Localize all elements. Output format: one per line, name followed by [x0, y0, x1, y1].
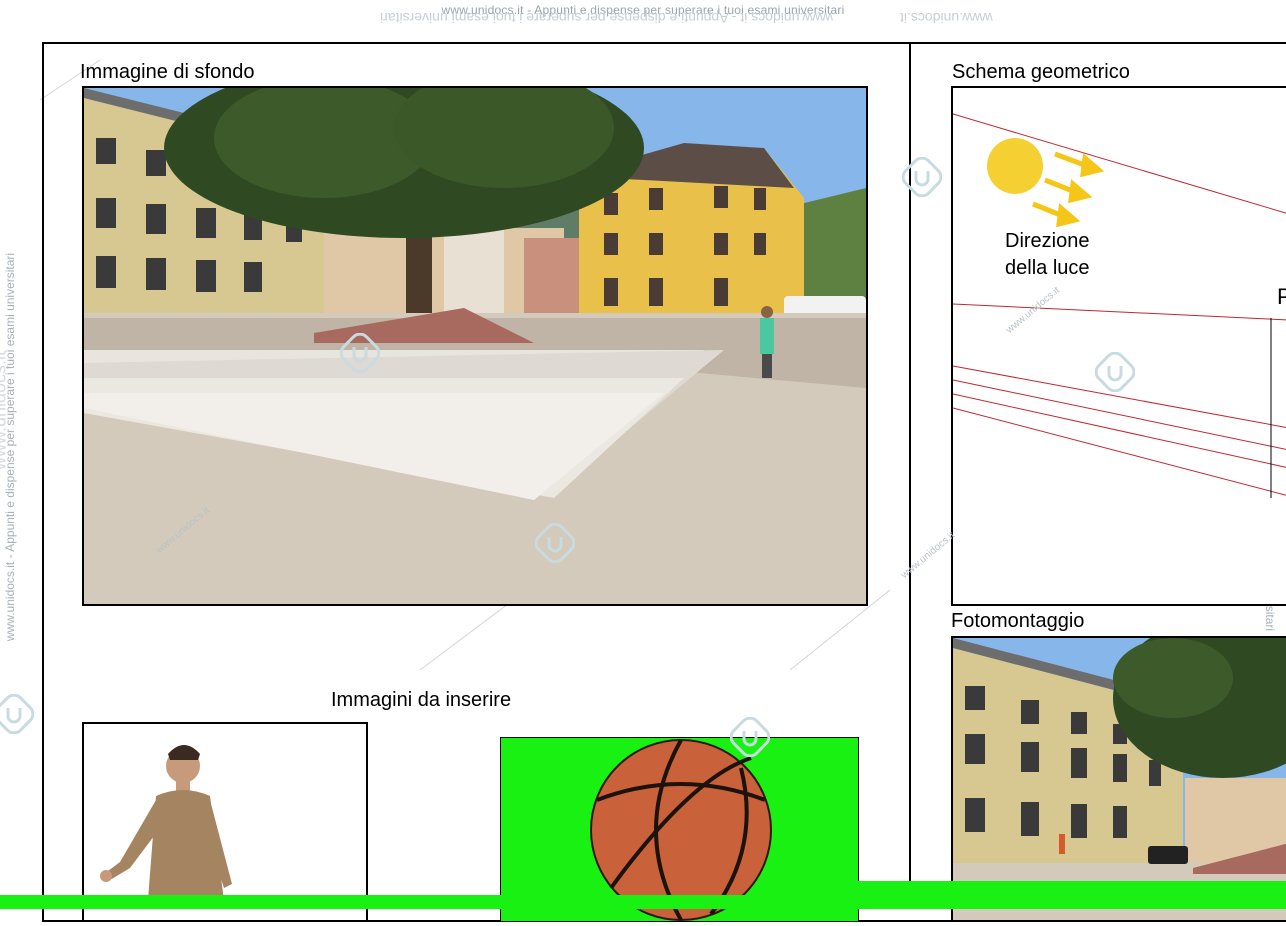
- light-ray-line: [953, 393, 1286, 468]
- light-ray-line: [953, 303, 1286, 321]
- insert-images-title: Immagini da inserire: [331, 689, 512, 711]
- background-photo: [82, 86, 868, 606]
- unidocs-logo-icon: [535, 523, 575, 563]
- cut-letter: P: [1277, 284, 1286, 310]
- green-band-bottom: [0, 895, 1286, 909]
- light-direction-line2: della luce: [1005, 257, 1090, 279]
- watermark-side-left-large: www.unidocs.it: [0, 350, 10, 471]
- unidocs-logo-icon: [340, 333, 380, 373]
- unidocs-logo-icon: [730, 717, 770, 757]
- geometric-schema-box: Direzione della luce P: [951, 86, 1286, 606]
- watermark-mirror-text: www.unidocs.it - Appunti e dispense per …: [380, 10, 833, 26]
- walking-man-figure: [100, 745, 232, 900]
- photomontage-title: Fotomontaggio: [951, 610, 1085, 632]
- unidocs-logo-icon: [1095, 352, 1135, 392]
- light-direction-label: Direzione della luce: [1005, 228, 1090, 282]
- unidocs-logo-icon: [0, 694, 34, 734]
- man-photo: [82, 722, 368, 922]
- photomontage-scene: [953, 638, 1286, 920]
- photomontage-photo: [951, 636, 1286, 922]
- light-direction-line1: Direzione: [1005, 230, 1090, 252]
- light-ray-line: [953, 407, 1286, 496]
- watermark-mirror-short: www.unidocs.it: [900, 10, 993, 26]
- geometric-schema-title: Schema geometrico: [952, 61, 1130, 83]
- schema-diagram: [953, 113, 1286, 498]
- piazza-scene: [84, 88, 866, 604]
- unidocs-logo-icon: [902, 157, 942, 197]
- sun-icon: [987, 138, 1043, 194]
- green-band-right: [760, 881, 1286, 895]
- background-image-title: Immagine di sfondo: [80, 61, 255, 83]
